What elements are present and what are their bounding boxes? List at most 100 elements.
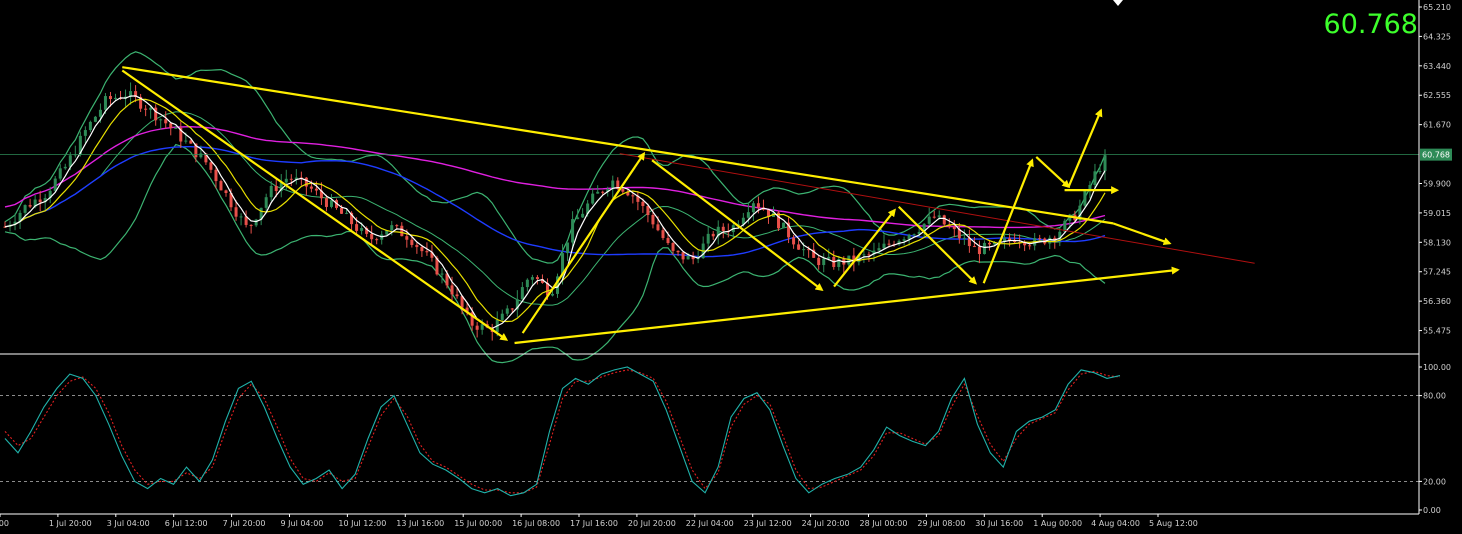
candle-body [415, 244, 419, 248]
candle-body [641, 201, 645, 207]
time-tick-label: 6 Jul 12:00 [165, 519, 208, 528]
candle-body [450, 285, 454, 295]
price-tick-label: 65.210 [1423, 3, 1451, 12]
candle-body [581, 213, 585, 218]
candle-body [621, 188, 625, 192]
candle-body [927, 216, 931, 224]
candle-body [309, 186, 313, 189]
candle-body [596, 191, 600, 194]
candle-body [475, 325, 479, 330]
trading-chart[interactable]: 60.768 65.210 64.325 63.440 62.555 61.670 59.… [0, 0, 1462, 534]
time-tick-label: 22 Jul 04:00 [686, 519, 734, 528]
candle-body [108, 96, 112, 100]
candle-body [93, 116, 97, 122]
stoch-tick-label: 0.00 [1423, 506, 1441, 515]
candle-body [289, 178, 293, 180]
candle-body [269, 185, 273, 198]
candle-body [189, 140, 193, 144]
time-tick-label: 9 Jul 04:00 [281, 519, 324, 528]
time-tick-label: 3 Jul 04:00 [107, 519, 150, 528]
candle-body [340, 207, 344, 214]
candle-body [862, 254, 866, 256]
price-tick-label: 61.670 [1423, 121, 1451, 130]
candle-body [455, 294, 459, 297]
candle-body [224, 190, 228, 194]
candle-body [520, 287, 524, 300]
candle-body [802, 249, 806, 251]
candle-body [867, 254, 871, 256]
time-tick-label: 1 Aug 00:00 [1033, 519, 1082, 528]
candle-body [651, 215, 655, 225]
candle-body [631, 195, 635, 197]
candle-body [219, 181, 223, 191]
candle-body [284, 178, 288, 183]
candle-body [676, 250, 680, 253]
candle-body [952, 226, 956, 230]
candle-body [706, 233, 710, 244]
candle-body [324, 198, 328, 207]
price-tick-label: 59.015 [1423, 209, 1451, 218]
candle-body [746, 212, 750, 218]
candle-body [882, 243, 886, 249]
candle-body [751, 203, 755, 213]
candle-body [827, 256, 831, 259]
candle-body [370, 233, 374, 240]
candle-body [972, 246, 976, 248]
candle-body [1038, 238, 1042, 240]
candle-body [646, 206, 650, 216]
candle-body [571, 219, 575, 243]
candle-body [63, 166, 67, 169]
price-tick-label: 59.900 [1423, 179, 1451, 188]
candle-body [1028, 245, 1032, 247]
price-tick-label: 55.475 [1423, 327, 1451, 336]
candle-body [58, 168, 62, 179]
candle-body [28, 205, 32, 207]
candle-body [721, 226, 725, 231]
stoch-tick-label: 20.00 [1423, 477, 1446, 486]
candle-body [576, 217, 580, 220]
candle-body [480, 324, 484, 330]
price-tick-label: 63.440 [1423, 62, 1451, 71]
candle-body [239, 216, 243, 218]
candle-body [164, 119, 168, 124]
candle-body [601, 191, 605, 193]
candle-body [982, 242, 986, 255]
candle-body [666, 238, 670, 244]
candle-body [1093, 171, 1097, 185]
candle-body [987, 242, 991, 245]
candle-body [661, 230, 665, 239]
candle-body [184, 140, 188, 142]
time-tick-label: 30 Jul 16:00 [975, 519, 1023, 528]
candle-body [1098, 171, 1102, 173]
candle-body [550, 293, 554, 296]
time-tick-label: 10 Jul 12:00 [338, 519, 386, 528]
candle-body [1048, 237, 1052, 244]
price-tick-label: 62.555 [1423, 91, 1451, 100]
candle-body [405, 236, 409, 240]
candle-body [314, 188, 318, 191]
candle-body [395, 225, 399, 227]
candle-body [103, 96, 107, 110]
chart-background [0, 0, 1462, 534]
candle-body [907, 234, 911, 240]
candle-body [505, 308, 509, 314]
candle-body [114, 97, 118, 100]
candle-body [530, 277, 534, 280]
candle-body [254, 219, 258, 226]
candle-body [932, 216, 936, 218]
price-tick-label: 57.245 [1423, 268, 1451, 277]
candle-body [535, 277, 539, 280]
candle-body [591, 193, 595, 204]
time-tick-label: 7 Jul 20:00 [223, 519, 266, 528]
time-tick-label: 20 Jul 20:00 [628, 519, 676, 528]
stoch-tick-label: 80.00 [1423, 392, 1446, 401]
price-tick-label: 56.360 [1423, 297, 1451, 306]
time-tick-label: 28 Jul 00:00 [860, 519, 908, 528]
candle-body [420, 247, 424, 252]
candle-body [942, 215, 946, 225]
candle-body [329, 200, 333, 207]
price-tick-label: 58.130 [1423, 238, 1451, 247]
candle-body [711, 233, 715, 237]
current-price-tag-label: 60.768 [1422, 151, 1450, 160]
candle-body [234, 207, 238, 217]
